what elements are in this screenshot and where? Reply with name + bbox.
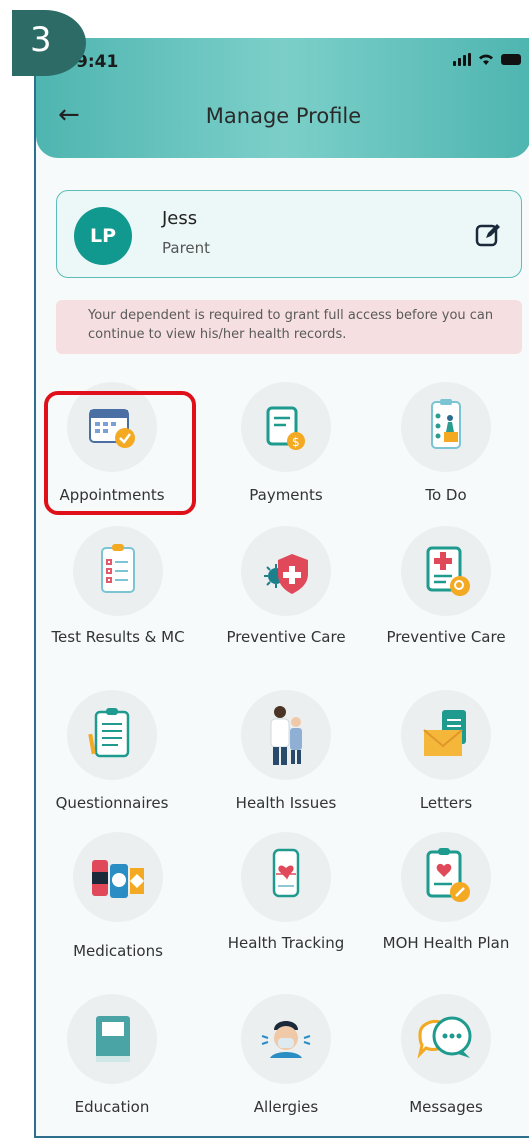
menu-label: Allergies (253, 1098, 319, 1116)
menu-label: Questionnaires (55, 794, 169, 812)
menu-label: Preventive Care (226, 628, 346, 646)
signal-icon (453, 52, 471, 66)
chat-bubbles-icon (417, 1016, 472, 1059)
menu-letters[interactable]: Letters (366, 690, 526, 830)
menu-label: Medications (73, 942, 163, 960)
menu-label: Messages (409, 1098, 483, 1116)
menu-to-do[interactable]: To Do (366, 382, 526, 522)
medication-icon (92, 860, 144, 898)
menu-allergies[interactable]: Allergies (206, 994, 366, 1134)
envelope-icon (423, 710, 466, 756)
menu-preventive-care-2[interactable]: Preventive Care (366, 526, 526, 676)
menu-payments[interactable]: $ Payments (206, 382, 366, 522)
doctor-icon (270, 706, 302, 765)
bill-icon: $ (266, 406, 305, 450)
profile-name: Jess (162, 208, 198, 229)
menu-messages[interactable]: Messages (366, 994, 526, 1134)
virus-shield-icon (264, 554, 308, 594)
profile-card[interactable]: LP Jess Parent (56, 190, 522, 278)
menu-label: MOH Health Plan (382, 934, 510, 952)
avatar: LP (74, 207, 132, 265)
test-results-icon (101, 544, 135, 593)
allergy-icon (261, 1021, 311, 1058)
menu-label: Preventive Care (386, 628, 506, 646)
health-plan-icon (426, 848, 470, 902)
menu-label: Letters (419, 794, 473, 812)
book-icon (96, 1016, 130, 1062)
selection-highlight (44, 391, 196, 515)
medical-doc-icon (426, 546, 470, 596)
access-notice: Your dependent is required to grant full… (56, 300, 522, 354)
menu-label: Payments (249, 486, 323, 504)
menu-label: To Do (425, 486, 467, 504)
menu-label: Health Issues (235, 794, 337, 812)
menu-health-tracking[interactable]: Health Tracking (206, 832, 366, 982)
app-header: 9:41 ← Manage Profile (36, 38, 529, 158)
battery-icon (501, 53, 521, 65)
svg-text:$: $ (292, 435, 300, 449)
menu-moh-health-plan[interactable]: MOH Health Plan (366, 832, 526, 982)
profile-role: Parent (162, 239, 211, 257)
menu-label: Health Tracking (227, 934, 345, 952)
clipboard-todo-icon (431, 399, 461, 449)
page-title: Manage Profile (205, 104, 362, 128)
phone-heart-icon (272, 848, 300, 898)
menu-education[interactable]: Education (36, 994, 192, 1134)
wifi-icon (479, 54, 493, 65)
menu-test-results[interactable]: Test Results & MC (38, 526, 198, 676)
questionnaire-icon (88, 708, 130, 758)
menu-label: Education (74, 1098, 150, 1116)
menu-questionnaires[interactable]: Questionnaires (36, 690, 192, 830)
menu-label: Test Results & MC (51, 628, 185, 646)
phone-screen: 9:41 ← Manage Profile LP Jess Parent You… (34, 38, 529, 1138)
menu-health-issues[interactable]: Health Issues (206, 690, 366, 830)
menu-preventive-care-1[interactable]: Preventive Care (206, 526, 366, 676)
step-number: 3 (30, 20, 52, 60)
menu-medications[interactable]: Medications (38, 832, 198, 982)
status-icons (453, 52, 521, 66)
edit-icon[interactable] (473, 219, 503, 249)
